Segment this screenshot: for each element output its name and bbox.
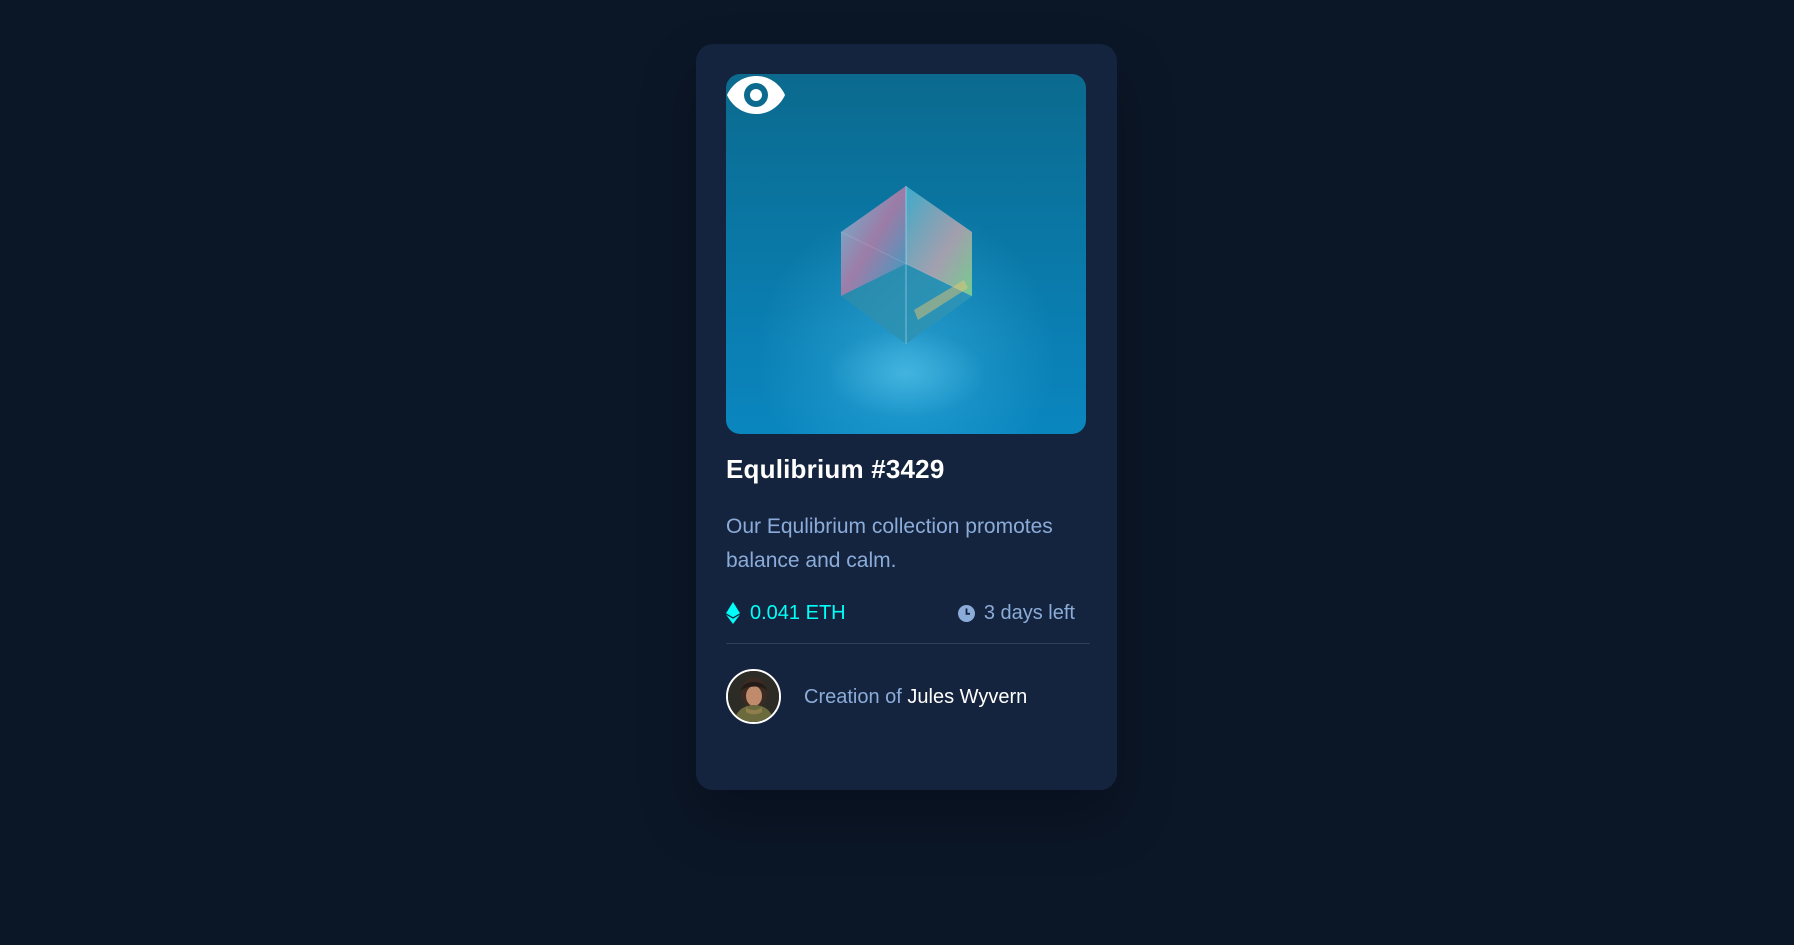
creator-prefix: Creation of — [804, 686, 908, 708]
nft-preview-card: Equlibrium #3429 Our Equlibrium collecti… — [696, 44, 1117, 790]
time-left-value: 3 days left — [983, 601, 1075, 624]
price-value: 0.041 ETH — [750, 601, 846, 624]
nft-title[interactable]: Equlibrium #3429 — [726, 454, 945, 485]
avatar — [726, 669, 781, 724]
eye-icon — [727, 76, 785, 114]
clock-icon — [957, 604, 975, 622]
ethereum-icon — [726, 602, 740, 624]
time-left-info: 3 days left — [957, 600, 1075, 626]
creator-name-link[interactable]: Jules Wyvern — [907, 686, 1027, 708]
cube-illustration — [826, 186, 986, 418]
nft-image[interactable] — [726, 74, 1086, 434]
nft-description: Our Equlibrium collection promotes balan… — [726, 515, 1053, 572]
price-info: 0.041 ETH — [726, 600, 846, 626]
divider — [726, 643, 1090, 644]
creator-portrait — [728, 671, 779, 722]
creator-attribution: Creation of Jules Wyvern — [804, 686, 1027, 709]
